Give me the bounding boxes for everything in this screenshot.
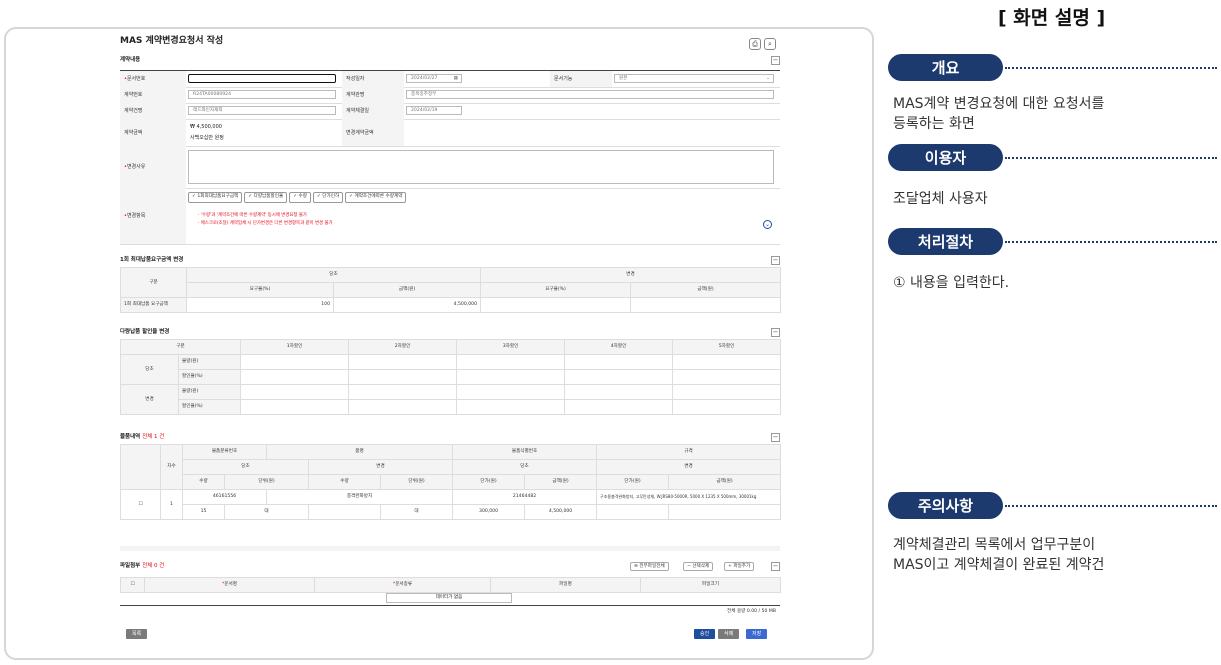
- amount-korean: 사백오십만 원정: [190, 135, 224, 141]
- download-all-button[interactable]: ⊖ 전부파일전체: [630, 562, 669, 571]
- empty-message: 데이터가 없음: [386, 593, 512, 603]
- file-size-info: 전체 용량 0.00 / 50 MB: [727, 609, 776, 614]
- max-amount-value: 4,500,000: [332, 297, 482, 313]
- chip-cond-qty[interactable]: ✓ 계약조건에따른 수량계약: [345, 192, 407, 203]
- chip-group: ✓ 1회최대납품요구금액 ✓ 다량납품할인율 ✓ 수량 ✓ 단가인하 ✓ 계약조건에따른…: [188, 192, 408, 203]
- collapse-icon[interactable]: −: [771, 433, 780, 442]
- row-doc-no: • 문서번호 작성일자 2024/02/27 ▦ 문서기능 원본 ⌄: [120, 71, 780, 88]
- chip-qty[interactable]: ✓ 수량: [289, 192, 311, 203]
- contract-no-field: R24TA00080924: [188, 90, 336, 99]
- label-doc-no: 문서번호: [126, 76, 146, 82]
- user-text: 조달업체 사용자: [893, 191, 988, 207]
- row-contract-no: 계약번호 R24TA00080924 계약관명 충북중추정무: [120, 87, 780, 104]
- select-all-checkbox[interactable]: ☐: [120, 577, 145, 593]
- zoom-icon[interactable]: ⌕: [764, 38, 776, 50]
- note-1: · '수량'과 '계약조건에 따른 수량계약' 동시에 변경요청 불가: [198, 213, 307, 218]
- dotted-line: [1005, 505, 1217, 507]
- discount-table: 구분 1차할인 2차할인 3차할인 4차할인 5차할인 당초 물량(원) 할인율(%) 변경…: [119, 339, 782, 415]
- section-title-contract: 계약내용: [120, 57, 141, 63]
- collapse-icon[interactable]: −: [771, 562, 780, 571]
- collapse-icon[interactable]: −: [771, 256, 780, 265]
- section-title-goods: 물품내역 전체 1 건: [120, 434, 165, 440]
- list-button[interactable]: 목록: [126, 629, 148, 639]
- h-scrollbar[interactable]: [120, 546, 780, 551]
- contract-date-field: 2024/02/19: [406, 106, 462, 115]
- table-row: ☐ 1 46161556 충격완화방지 21464482 구조용충격완화방지, 고무탄성체…: [120, 489, 782, 520]
- max-rate-value: 100: [186, 297, 334, 313]
- help-icon[interactable]: ⌄: [763, 220, 772, 229]
- chevron-down-icon: ⌄: [766, 75, 770, 81]
- dotted-line: [1005, 67, 1217, 69]
- user-pill: 이용자: [888, 144, 1003, 171]
- label-contract-no: 계약번호: [124, 92, 143, 98]
- collapse-icon[interactable]: −: [771, 56, 780, 65]
- overview-pill: 개요: [888, 54, 1003, 81]
- row-checkbox[interactable]: ☐: [120, 489, 161, 520]
- page-title: MAS 계약변경요청서 작성: [120, 36, 224, 46]
- approve-button[interactable]: 승인: [694, 629, 716, 639]
- file-table: ☐ *문서명 *문서종류 파일명 파일크기: [120, 577, 781, 593]
- process-pill: 처리절차: [888, 228, 1003, 255]
- label-contract-org: 계약관명: [346, 92, 365, 98]
- goods-count: 전체 1 건: [142, 434, 165, 440]
- add-file-button[interactable]: + 파일추가: [724, 562, 755, 571]
- delete-button[interactable]: 삭제: [718, 629, 740, 639]
- contract-org-field: 충북중추정무: [406, 90, 774, 99]
- label-amount: 계약금액: [124, 129, 143, 136]
- write-date-input[interactable]: 2024/02/27 ▦: [406, 74, 462, 83]
- file-count: 전체 0 건: [142, 563, 165, 569]
- dotted-line: [1005, 241, 1217, 243]
- caution-text-2: MAS이고 계약체결이 완료된 계약건: [893, 557, 1105, 573]
- caution-text-1: 계약체결관리 목록에서 업무구분이: [893, 537, 1096, 553]
- overview-text-1: MAS계약 변경요청에 대한 요청서를: [893, 96, 1105, 112]
- max-amount-table: 구분 당초 변경 요구율(%) 금액(원) 요구율(%) 금액(원) 1회 최대납품 요구…: [120, 267, 782, 313]
- label-items: 변경항목: [126, 213, 146, 219]
- process-text: ① 내용을 입력한다.: [893, 275, 1010, 291]
- table-row: 15 대 대 300,000 4,500,000: [121, 504, 782, 520]
- max-row-label: 1회 최대납품 요구금액: [120, 297, 187, 313]
- reason-textarea[interactable]: [188, 150, 774, 184]
- section-title-discount: 다량납품 할인율 변경: [120, 329, 170, 335]
- chip-discount[interactable]: ✓ 다량납품할인율: [244, 192, 288, 203]
- chip-price-down[interactable]: ✓ 단가인하: [312, 192, 344, 203]
- doc-no-input[interactable]: [188, 74, 336, 83]
- label-changed-amount: 변경계약금액: [346, 129, 374, 136]
- row-contract-name: 계약건명 레드와인자재외 계약체결일 2024/02/19: [120, 103, 780, 120]
- row-items: • 변경항목 ✓ 1회최대납품요구금액 ✓ 다량납품할인율 ✓ 수량 ✓ 단가인하 ✓ 계…: [120, 188, 780, 245]
- note-2: · 에스크로(조달) 계약업체 시 단가변경은 다른 변경항목과 같이 변경 불…: [198, 221, 333, 226]
- section-title-file: 파일첨부 전체 0 건: [120, 563, 165, 569]
- caution-pill: 주의사항: [888, 492, 1003, 519]
- label-contract-date: 계약체결일: [346, 108, 370, 114]
- label-write-date: 작성일자: [346, 76, 365, 82]
- print-icon[interactable]: ⎙: [749, 38, 761, 50]
- doc-type-select[interactable]: 원본 ⌄: [614, 74, 774, 83]
- amount-value: ₩ 4,500,000: [190, 124, 222, 130]
- label-contract-name: 계약건명: [124, 108, 143, 114]
- save-button[interactable]: 저장: [746, 629, 768, 639]
- label-reason: 변경사유: [126, 164, 146, 170]
- row-amount: 계약금액 ₩ 4,500,000 사백오십만 원정 변경계약금액: [120, 119, 780, 147]
- goods-table: 차수 물품분류번호 품명 물품식별번호 규격 당초 변경 당초 변경 수량 단위(원) 수량 단위(…: [120, 444, 782, 520]
- contract-name-field: 레드와인자재외: [188, 106, 336, 115]
- dotted-line: [1005, 157, 1217, 159]
- panel-title: [ 화면 설명 ]: [998, 7, 1106, 29]
- collapse-icon[interactable]: −: [771, 328, 780, 337]
- calendar-icon[interactable]: ▦: [454, 76, 458, 82]
- label-doc-type: 문서기능: [554, 76, 573, 82]
- overview-text-2: 등록하는 화면: [893, 116, 975, 132]
- row-reason: • 변경사유: [120, 146, 780, 189]
- section-title-max: 1회 최대납품요구금액 변경: [120, 257, 184, 263]
- chip-max-amount[interactable]: ✓ 1회최대납품요구금액: [188, 192, 243, 203]
- delete-selected-button[interactable]: − 선택삭제: [683, 562, 714, 571]
